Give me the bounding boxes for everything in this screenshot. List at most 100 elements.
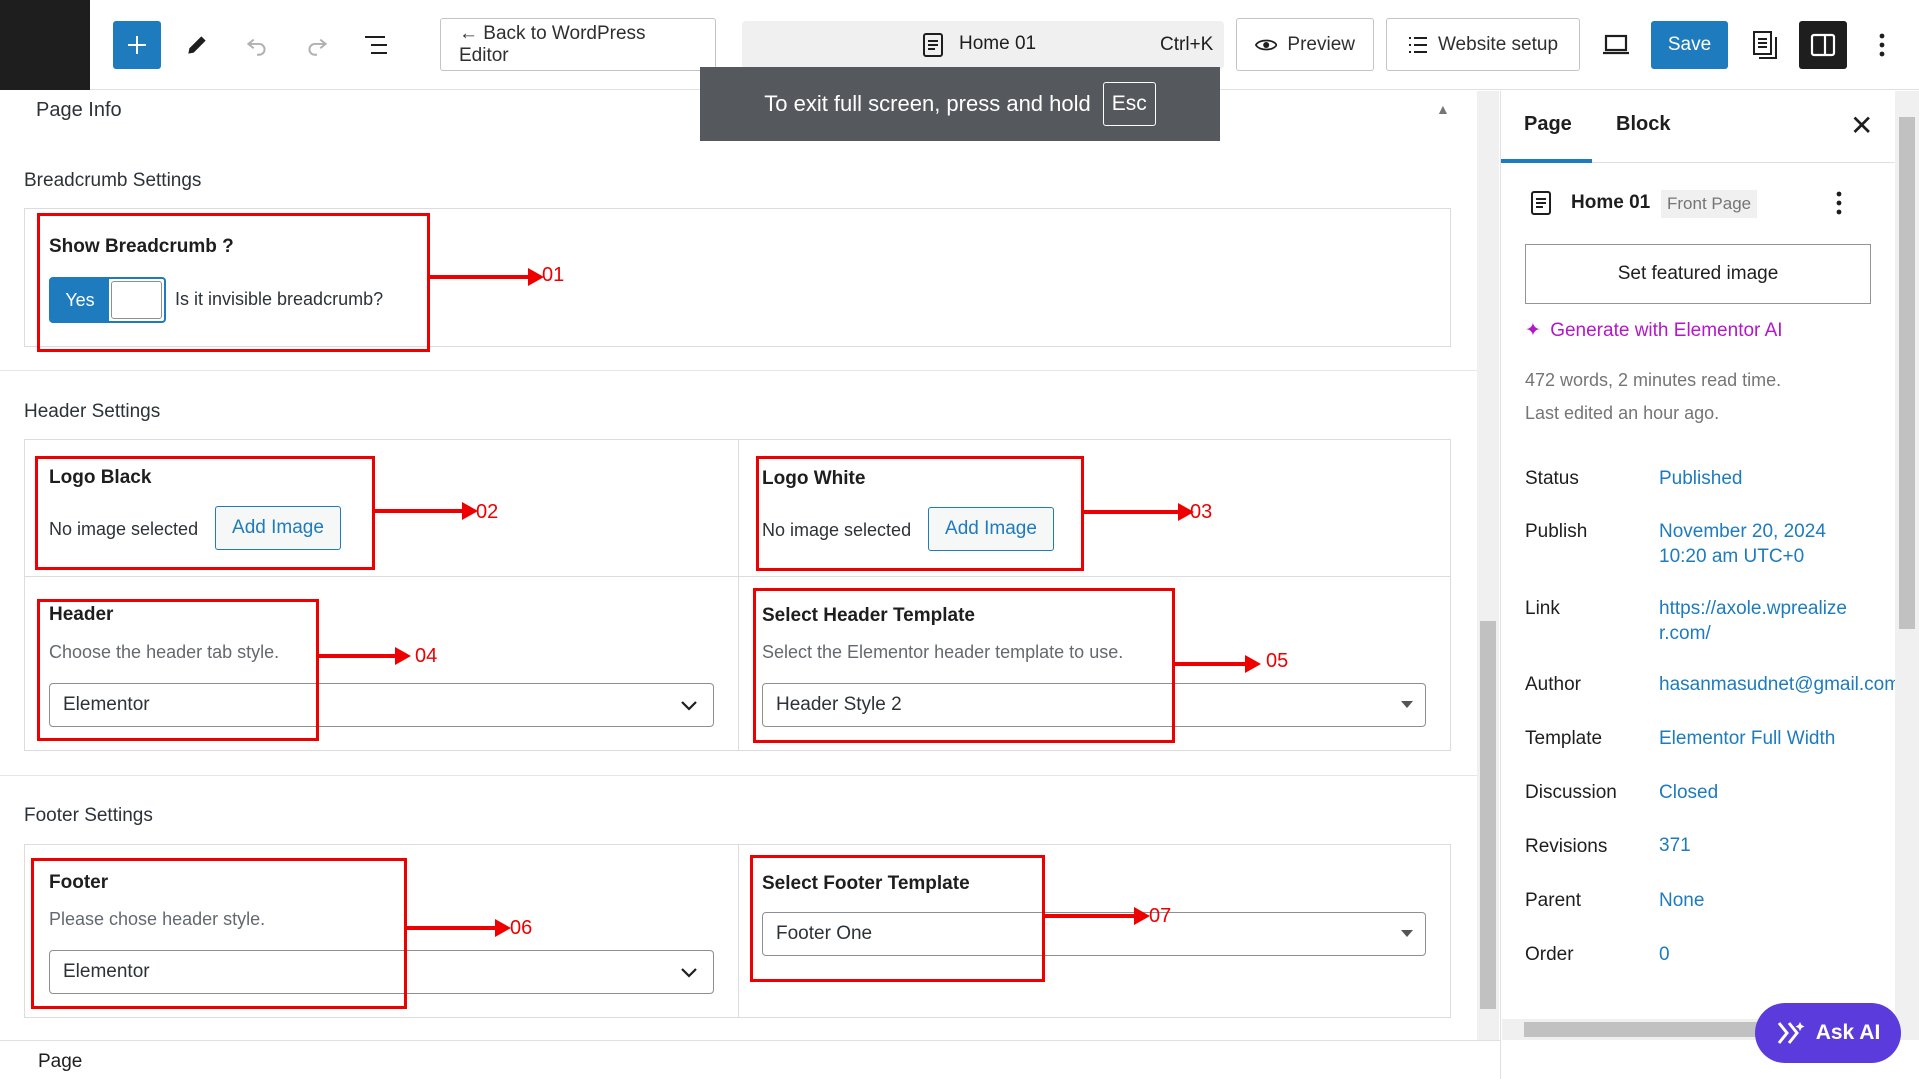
tab-page[interactable]: Page xyxy=(1524,113,1572,136)
last-edited: Last edited an hour ago. xyxy=(1525,403,1720,423)
chevron-down-icon xyxy=(681,701,697,711)
annotation-label-01: 01 xyxy=(542,264,565,286)
redo-button[interactable] xyxy=(295,21,339,69)
header-section-title: Header Settings xyxy=(24,401,161,422)
collapse-arrow-icon[interactable]: ▲ xyxy=(1436,101,1450,117)
annotation-arrow-02 xyxy=(375,502,478,520)
annotation-label-04: 04 xyxy=(415,645,438,667)
template-label: Template xyxy=(1525,728,1603,749)
main-scrollbar-thumb[interactable] xyxy=(1480,621,1496,1009)
publish-date[interactable]: November 20, 2024 xyxy=(1659,519,1826,544)
annotation-label-03: 03 xyxy=(1190,501,1213,523)
permalink-value[interactable]: https://axole.wprealize xyxy=(1659,596,1847,621)
page-info-title: Page Info xyxy=(36,99,122,121)
editor-breadcrumb-label[interactable]: Page xyxy=(38,1051,82,1073)
vertical-ellipsis-icon xyxy=(1879,33,1885,57)
website-setup-label: Website setup xyxy=(1437,33,1559,55)
publish-label: Publish xyxy=(1525,521,1588,542)
annotation-box-02 xyxy=(35,456,375,570)
document-overview-button[interactable] xyxy=(355,21,399,69)
save-label: Save xyxy=(1667,34,1712,55)
checklist-icon xyxy=(1408,36,1427,53)
device-preview-button[interactable] xyxy=(1594,21,1638,69)
revisions-label: Revisions xyxy=(1525,836,1608,857)
column-divider xyxy=(738,439,739,751)
discussion-label: Discussion xyxy=(1525,782,1617,803)
back-to-wordpress-button[interactable]: ← Back to WordPress Editor xyxy=(440,18,716,71)
editor-breadcrumb-bar: Page xyxy=(0,1040,1500,1079)
annotation-arrow-07 xyxy=(1045,907,1150,925)
status-label: Status xyxy=(1525,468,1579,489)
chevron-down-icon xyxy=(681,968,697,978)
annotation-label-02: 02 xyxy=(476,501,499,523)
annotation-label-07: 07 xyxy=(1149,905,1172,927)
annotation-arrow-01 xyxy=(430,268,544,286)
revisions-value[interactable]: 371 xyxy=(1659,833,1691,858)
tab-block[interactable]: Block xyxy=(1616,113,1670,136)
settings-sidebar: Page Block ✕ Home 01 Front Page Set feat… xyxy=(1500,91,1919,1079)
toast-key: Esc xyxy=(1102,82,1156,126)
website-setup-button[interactable]: Website setup xyxy=(1386,18,1580,71)
discussion-value[interactable]: Closed xyxy=(1659,780,1718,805)
sidebar-scrollbar[interactable] xyxy=(1895,91,1919,1040)
annotation-arrow-05 xyxy=(1175,655,1261,673)
active-tab-indicator xyxy=(1501,159,1592,163)
plus-icon xyxy=(128,36,146,54)
annotation-label-06: 06 xyxy=(510,917,533,939)
command-shortcut: Ctrl+K xyxy=(1160,34,1214,55)
ask-ai-button[interactable]: Ask AI xyxy=(1755,1003,1901,1063)
template-value[interactable]: Elementor Full Width xyxy=(1659,726,1835,751)
author-value[interactable]: hasanmasudnet@gmail.com xyxy=(1659,672,1900,697)
edit-tool-button[interactable] xyxy=(175,21,219,69)
annotation-box-06 xyxy=(31,858,407,1009)
save-button[interactable]: Save xyxy=(1651,21,1728,69)
undo-icon xyxy=(246,38,266,56)
toast-text: To exit full screen, press and hold xyxy=(764,91,1091,116)
close-icon[interactable]: ✕ xyxy=(1850,109,1873,142)
pencil-icon xyxy=(188,36,206,54)
list-view-icon xyxy=(365,36,387,54)
breadcrumb-section-title: Breadcrumb Settings xyxy=(24,170,202,191)
sidebar-icon xyxy=(1810,33,1836,57)
sidebar-page-title: Home 01 xyxy=(1571,192,1651,213)
document-title-bar[interactable]: Home 01 Ctrl+K xyxy=(742,21,1224,69)
parent-value[interactable]: None xyxy=(1659,888,1704,913)
annotation-arrow-06 xyxy=(407,919,511,937)
site-logo[interactable] xyxy=(0,0,90,90)
options-menu-button[interactable] xyxy=(1862,21,1902,69)
main-scrollbar[interactable] xyxy=(1477,91,1499,1040)
ai-sparkle-icon xyxy=(1777,1022,1805,1044)
add-block-button[interactable] xyxy=(113,21,161,69)
generate-with-ai-label: Generate with Elementor AI xyxy=(1550,320,1783,341)
section-divider xyxy=(0,370,1477,371)
sidebar-scrollbar-thumb[interactable] xyxy=(1899,117,1915,629)
publish-time[interactable]: 10:20 am UTC+0 xyxy=(1659,544,1804,569)
author-label: Author xyxy=(1525,674,1581,695)
annotation-box-03 xyxy=(756,456,1084,571)
annotation-arrow-03 xyxy=(1084,503,1194,521)
redo-icon xyxy=(308,38,328,56)
laptop-icon xyxy=(1603,34,1629,55)
back-to-wordpress-label: ← Back to WordPress Editor xyxy=(459,22,646,66)
document-title: Home 01 xyxy=(959,33,1037,54)
status-value[interactable]: Published xyxy=(1659,466,1742,491)
permalink-value-cont[interactable]: r.com/ xyxy=(1659,621,1711,646)
elementor-templates-button[interactable] xyxy=(1743,21,1787,69)
ask-ai-label: Ask AI xyxy=(1815,1021,1881,1044)
order-label: Order xyxy=(1525,944,1574,965)
undo-button[interactable] xyxy=(235,21,279,69)
generate-with-ai-link[interactable]: ✦ Generate with Elementor AI xyxy=(1525,319,1783,342)
annotation-label-05: 05 xyxy=(1266,650,1289,672)
document-stack-icon xyxy=(1753,31,1777,59)
dropdown-arrow-icon xyxy=(1401,701,1413,708)
section-divider xyxy=(0,775,1477,776)
eye-icon xyxy=(1255,39,1278,50)
settings-sidebar-toggle[interactable] xyxy=(1799,21,1847,69)
preview-label: Preview xyxy=(1287,33,1355,55)
set-featured-image-button[interactable]: Set featured image xyxy=(1525,244,1871,304)
vertical-ellipsis-icon[interactable] xyxy=(1836,191,1842,215)
link-label: Link xyxy=(1525,598,1560,619)
order-value[interactable]: 0 xyxy=(1659,942,1670,967)
preview-button[interactable]: Preview xyxy=(1236,18,1374,71)
annotation-box-04 xyxy=(37,599,319,741)
